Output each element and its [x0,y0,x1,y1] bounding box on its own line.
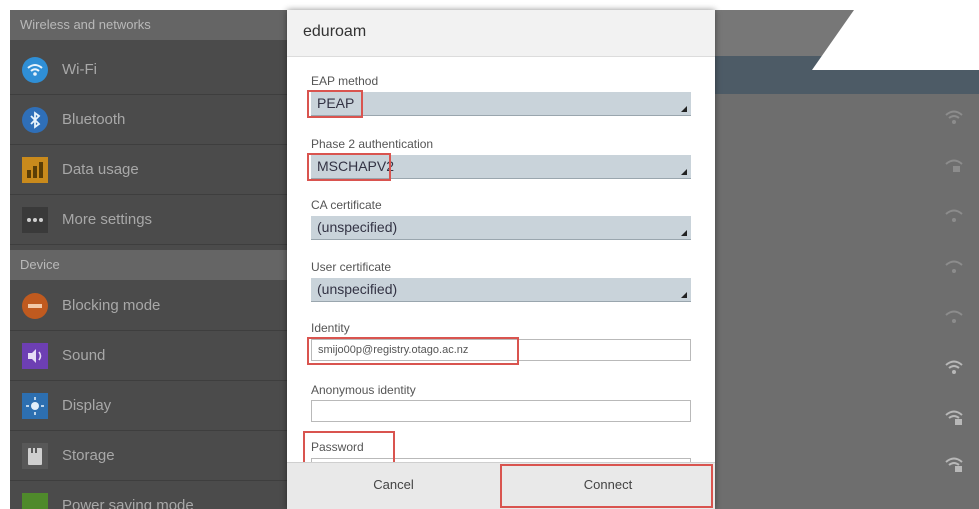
settings-item-label: Display [62,397,112,414]
dropdown-arrow-icon [681,230,687,236]
wifi-secured-icon [943,408,965,426]
phase2-label: Phase 2 authentication [311,137,434,151]
bluetooth-icon [22,107,48,133]
identity-label: Identity [311,321,350,335]
settings-item-power-saving[interactable]: Power saving mode [10,481,290,509]
user-certificate-value: (unspecified) [317,281,398,297]
settings-item-label: Bluetooth [62,111,126,128]
settings-item-label: Storage [62,447,115,464]
settings-item-blocking-mode[interactable]: Blocking mode [10,281,290,331]
settings-item-sound[interactable]: Sound [10,331,290,381]
settings-item-label: Blocking mode [62,297,161,314]
wifi-icon [22,57,48,83]
wifi-secured-icon [943,157,965,175]
highlight-box [307,337,519,365]
settings-item-wifi[interactable]: Wi-Fi [10,45,290,95]
user-certificate-label: User certificate [311,260,392,274]
wifi-config-dialog: eduroam EAP method PEAP Phase 2 authenti… [287,10,715,509]
settings-item-data-usage[interactable]: Data usage [10,145,290,195]
more-settings-icon [22,207,48,233]
display-icon [22,393,48,419]
power-saving-icon [22,493,48,509]
wifi-signal-icon [943,358,965,376]
ca-certificate-label: CA certificate [311,198,382,212]
ca-certificate-value: (unspecified) [317,219,398,235]
section-header-wireless: Wireless and networks [10,10,290,40]
dropdown-arrow-icon [681,292,687,298]
highlight-box [303,431,395,462]
settings-item-label: Data usage [62,161,139,178]
wifi-signal-icon [943,258,965,276]
settings-item-display[interactable]: Display [10,381,290,431]
storage-icon [22,443,48,469]
settings-item-label: Sound [62,347,106,364]
wifi-signal-icon [943,108,965,126]
cancel-button[interactable]: Cancel [287,463,500,509]
wifi-secured-icon [943,455,965,473]
dialog-body: EAP method PEAP Phase 2 authentication M… [287,57,715,462]
settings-item-label: Wi-Fi [62,61,97,78]
eap-method-select[interactable]: PEAP [311,92,691,116]
settings-list: Wireless and networks Wi-Fi Bluetooth Da… [10,10,290,509]
dropdown-arrow-icon [681,106,687,112]
highlight-box [307,90,363,118]
dropdown-arrow-icon [681,169,687,175]
dialog-button-bar: Cancel Connect [287,462,715,509]
settings-item-label: More settings [62,211,153,228]
section-header-device: Device [10,250,290,280]
settings-item-bluetooth[interactable]: Bluetooth [10,95,290,145]
highlight-box [500,464,713,508]
wifi-signal-icon [943,308,965,326]
network-list [715,10,979,509]
anonymous-identity-input[interactable] [311,400,691,422]
highlight-box [307,153,391,181]
data-usage-icon [22,157,48,183]
sound-icon [22,343,48,369]
settings-item-label: Power saving mode [62,497,194,509]
settings-item-storage[interactable]: Storage [10,431,290,481]
eap-method-label: EAP method [311,74,379,88]
ca-certificate-select[interactable]: (unspecified) [311,216,691,240]
blocking-mode-icon [22,293,48,319]
screen: Wireless and networks Wi-Fi Bluetooth Da… [0,0,979,509]
anonymous-identity-label: Anonymous identity [311,383,416,397]
settings-item-more-settings[interactable]: More settings [10,195,290,245]
dialog-title-bar: eduroam [287,10,715,57]
wifi-signal-icon [943,207,965,225]
dialog-title: eduroam [303,23,367,40]
user-certificate-select[interactable]: (unspecified) [311,278,691,302]
